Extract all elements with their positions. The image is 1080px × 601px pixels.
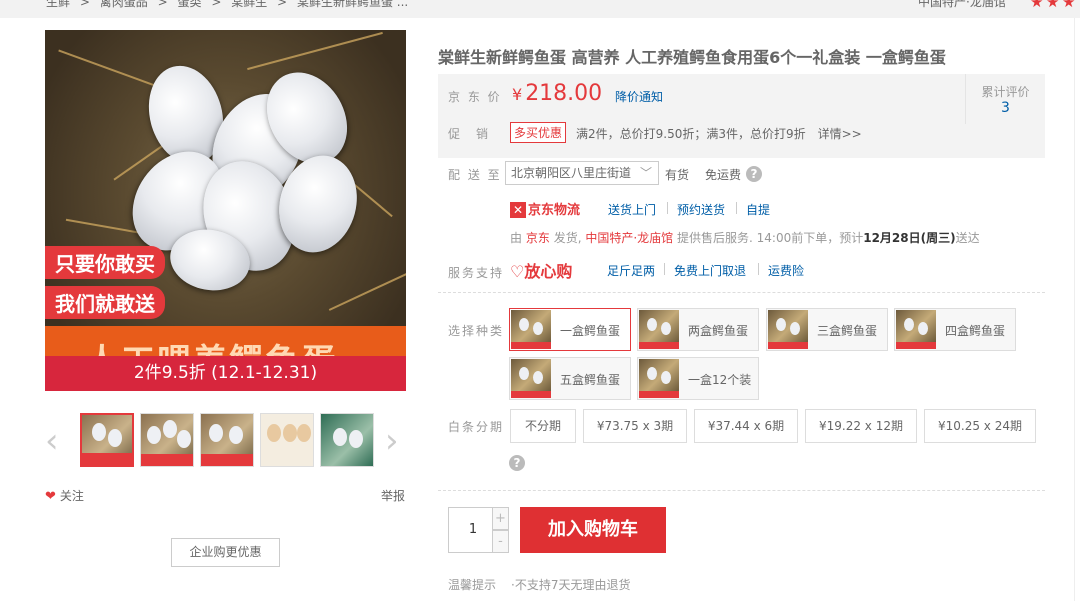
- tips-text: ·不支持7天无理由退货: [511, 578, 631, 592]
- ship-from-link[interactable]: 京东: [526, 231, 550, 245]
- price-notify-link[interactable]: 降价通知: [615, 88, 663, 105]
- shipping-info: 由 京东 发货, 中国特产·龙庙馆 提供售后服务. 14:00前下单，预计12月…: [510, 231, 980, 245]
- service-label: 服务支持: [448, 266, 505, 280]
- variant-option[interactable]: 一盒12个装: [637, 357, 759, 400]
- thumbnail[interactable]: [140, 413, 194, 467]
- report-link[interactable]: 举报: [381, 487, 405, 504]
- help-icon[interactable]: ?: [746, 166, 762, 182]
- variant-option[interactable]: 三盒鳄鱼蛋: [766, 308, 888, 351]
- follow-label: 关注: [59, 489, 84, 503]
- top-bar: 生鲜 > 禽肉蛋品 > 蛋类 > 棠鲜生 > 棠鲜生新鲜鳄鱼蛋 ... 中国特产…: [0, 0, 1080, 18]
- variant-option[interactable]: 四盒鳄鱼蛋: [894, 308, 1016, 351]
- breadcrumb-separator: >: [157, 0, 168, 9]
- variant-option[interactable]: 一盒鳄鱼蛋: [509, 308, 631, 351]
- chevron-right-icon[interactable]: ›: [385, 421, 399, 461]
- breadcrumb-separator: >: [277, 0, 288, 9]
- variant-label: 选择种类: [448, 324, 505, 338]
- divider: [758, 263, 759, 275]
- installment-option[interactable]: ¥10.25 x 24期: [924, 409, 1036, 443]
- promo-text[interactable]: 满2件，总价打9.50折；满3件，总价打9折 详情>>: [576, 125, 862, 142]
- service-free-return-pickup[interactable]: 免费上门取退: [674, 262, 746, 279]
- chevron-down-icon: ﹀: [639, 166, 652, 180]
- thumbnail[interactable]: [80, 413, 134, 467]
- jd-logistics-logo: ✕ 京东物流: [510, 199, 580, 218]
- variant-thumbnail: [639, 310, 679, 349]
- tips-label: 温馨提示: [448, 578, 497, 592]
- jd-logistics-icon: ✕: [510, 202, 526, 218]
- installment-label: 白条分期: [448, 420, 505, 434]
- price-panel: 京 东 价 ¥218.00 降价通知 累计评价 3 促 销 多买优惠 满2件，总…: [438, 74, 1045, 158]
- product-title: 棠鲜生新鲜鳄鱼蛋 高营养 人工养殖鳄鱼食用蛋6个一礼盒装 一盒鳄鱼蛋: [438, 48, 946, 67]
- shipping-fee: 免运费: [705, 168, 742, 182]
- quantity-input[interactable]: 1: [448, 507, 498, 553]
- shop-name[interactable]: 中国特产·龙庙馆: [918, 0, 1006, 10]
- promo-banner-line2: 我们就敢送: [45, 286, 165, 319]
- breadcrumb-item[interactable]: 蛋类: [177, 0, 201, 9]
- installment-option[interactable]: ¥73.75 x 3期: [583, 409, 687, 443]
- rating-star-icon: ★: [1030, 0, 1044, 11]
- follow-button[interactable]: ❤ 关注: [45, 487, 84, 504]
- installment-option[interactable]: 不分期: [510, 409, 576, 443]
- stock-status: 有货: [665, 168, 690, 182]
- installment-option[interactable]: ¥19.22 x 12期: [805, 409, 917, 443]
- delivery-label: 配 送 至: [448, 168, 502, 182]
- straw-texture: [247, 31, 383, 71]
- thumbnail[interactable]: [260, 413, 314, 467]
- chevron-left-icon[interactable]: ‹: [45, 421, 59, 461]
- variant-thumbnail: [639, 359, 679, 398]
- help-icon[interactable]: ?: [509, 455, 525, 471]
- installment-option[interactable]: ¥37.44 x 6期: [694, 409, 798, 443]
- promo-label: 促 销: [448, 127, 491, 141]
- discount-bar: 2件9.5折 (12.1-12.31): [45, 356, 406, 391]
- reviews-summary[interactable]: 累计评价 3: [965, 74, 1045, 124]
- fangxin-badge: ♡放心购: [510, 262, 573, 281]
- variant-option[interactable]: 五盒鳄鱼蛋: [509, 357, 631, 400]
- promo-tag: 多买优惠: [510, 122, 567, 143]
- seller-link[interactable]: 中国特产·龙庙馆: [585, 231, 673, 245]
- thumbnail[interactable]: [320, 413, 374, 467]
- quantity-increase-button[interactable]: +: [492, 507, 509, 530]
- straw-texture: [328, 271, 406, 311]
- price-label: 京 东 价: [448, 90, 502, 104]
- heart-icon: ❤: [45, 489, 56, 504]
- price: ¥218.00: [512, 81, 603, 106]
- promo-banner-line1: 只要你敢买: [45, 246, 165, 279]
- breadcrumb-item[interactable]: 棠鲜生: [231, 0, 267, 9]
- variant-thumbnail: [511, 310, 551, 349]
- divider: [664, 263, 665, 275]
- divider: [667, 202, 668, 214]
- breadcrumb-item: 棠鲜生新鲜鳄鱼蛋 ...: [296, 0, 409, 9]
- breadcrumb-item[interactable]: 禽肉蛋品: [100, 0, 148, 9]
- variant-thumbnail: [768, 310, 808, 349]
- rating-star-icon: ★: [1046, 0, 1060, 11]
- service-scheduled-delivery[interactable]: 预约送货: [677, 201, 725, 218]
- breadcrumb: 生鲜 > 禽肉蛋品 > 蛋类 > 棠鲜生 > 棠鲜生新鲜鳄鱼蛋 ...: [46, 0, 414, 10]
- address-select[interactable]: 北京朝阳区八里庄街道 ﹀: [505, 161, 659, 185]
- quantity-decrease-button[interactable]: -: [492, 530, 509, 553]
- add-to-cart-button[interactable]: 加入购物车: [520, 507, 666, 553]
- variant-option[interactable]: 两盒鳄鱼蛋: [637, 308, 759, 351]
- variant-thumbnail: [896, 310, 936, 349]
- reviews-label: 累计评价: [981, 85, 1030, 99]
- reviews-count[interactable]: 3: [966, 100, 1045, 116]
- thumbnail[interactable]: [200, 413, 254, 467]
- breadcrumb-separator: >: [79, 0, 90, 9]
- divider: [736, 202, 737, 214]
- service-home-delivery[interactable]: 送货上门: [608, 201, 656, 218]
- service-full-weight[interactable]: 足斤足两: [607, 262, 655, 279]
- enterprise-purchase-button[interactable]: 企业购更优惠: [171, 538, 280, 567]
- rating-star-icon: ★: [1062, 0, 1076, 11]
- page-edge: [1074, 18, 1080, 601]
- eta-date: 12月28日(周三): [863, 231, 956, 245]
- breadcrumb-separator: >: [211, 0, 222, 9]
- main-product-image[interactable]: 只要你敢买 我们就敢送 人工喂养鳄鱼蛋 2件9.5折 (12.1-12.31): [45, 30, 406, 391]
- divider: [438, 292, 1045, 293]
- service-pickup[interactable]: 自提: [746, 201, 770, 218]
- divider: [438, 490, 1045, 491]
- breadcrumb-item[interactable]: 生鲜: [46, 0, 70, 9]
- service-shipping-insurance[interactable]: 运费险: [768, 262, 804, 279]
- variant-thumbnail: [511, 359, 551, 398]
